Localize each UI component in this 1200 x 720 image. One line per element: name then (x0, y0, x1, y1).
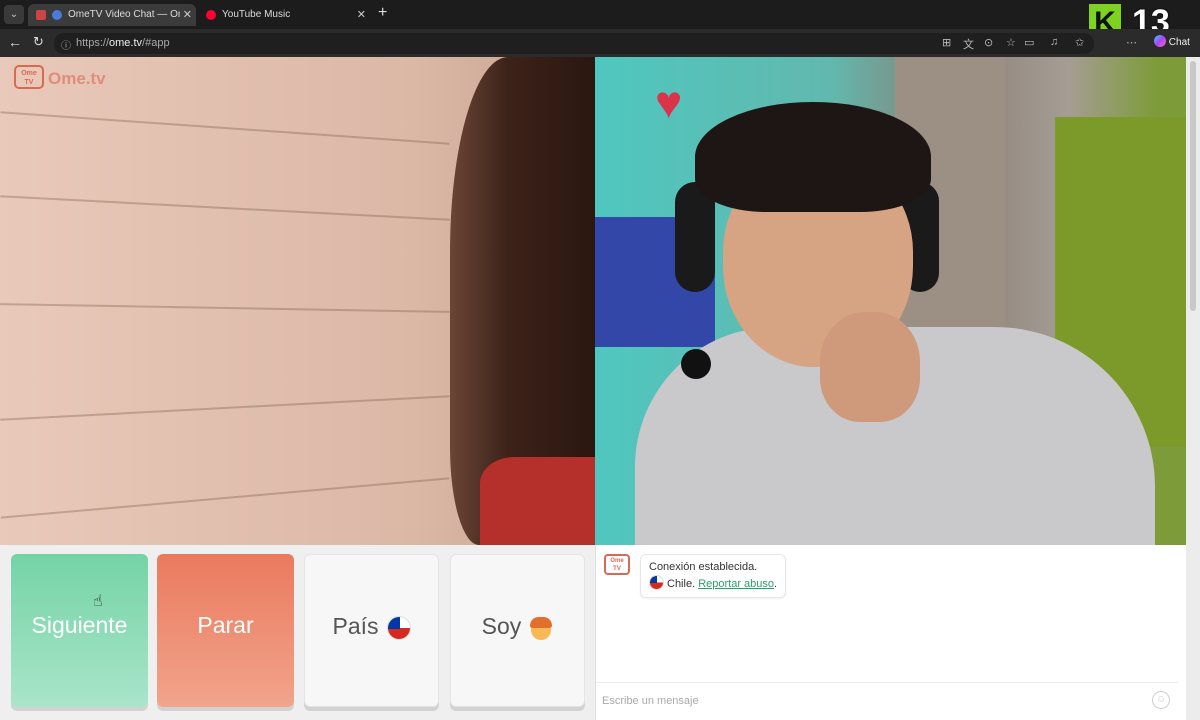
stranger-country-line: Chile. Reportar abuso. (649, 575, 777, 592)
collections-icon[interactable]: ✩ (1075, 36, 1084, 49)
message-input[interactable] (602, 691, 1142, 711)
reload-icon[interactable]: ↻ (33, 34, 44, 50)
close-tab-icon[interactable]: ✕ (357, 4, 366, 26)
boy-emoji-icon (529, 616, 553, 640)
logo-text: Ome.tv (48, 69, 106, 88)
translate-icon[interactable]: 文 (963, 36, 974, 52)
tab-title: YouTube Music (222, 9, 291, 20)
country-button[interactable]: País (304, 554, 439, 707)
close-tab-icon[interactable]: ✕ (183, 4, 192, 26)
favorite-star-icon[interactable]: ☆ (1006, 36, 1016, 49)
next-button-label: Siguiente (31, 612, 128, 638)
stop-button[interactable]: Parar (157, 554, 294, 707)
youtube-music-icon (206, 10, 216, 20)
remote-video: ♥ (595, 57, 1186, 545)
chevron-down-icon: ⌄ (9, 9, 19, 20)
local-video: Ome TV Ome.tv (0, 57, 595, 545)
arrow-left-icon[interactable]: ← (8, 34, 22, 50)
new-tab-button[interactable]: + (378, 4, 387, 22)
page-viewport: Ome TV Ome.tv ♥ Siguiente ☝ Parar País Soy (0, 57, 1200, 720)
smiley-icon[interactable]: ☺ (1152, 691, 1170, 709)
message-composer: ☺ (596, 682, 1178, 720)
person-shirt (480, 457, 595, 545)
chat-panel: Ome TV Conexión establecida. Chile. Repor… (595, 545, 1186, 720)
chile-flag-icon (649, 575, 664, 590)
chile-flag-icon (386, 615, 411, 640)
ometv-chat-avatar-icon: Ome TV (604, 554, 630, 575)
report-suffix: . (774, 578, 778, 590)
report-abuse-link[interactable]: Reportar abuso (698, 578, 774, 590)
control-panel: Siguiente ☝ Parar País Soy (0, 545, 595, 720)
graffiti-heart: ♥ (655, 76, 683, 128)
tab-ometv[interactable]: OmeTV Video Chat — Omegle ✕ (28, 4, 196, 26)
site-favicon-icon (52, 10, 62, 20)
ometv-logo[interactable]: Ome TV Ome.tv (14, 65, 106, 89)
url-text: https://ome.tv/#app (76, 37, 170, 49)
media-icon[interactable]: ♫ (1050, 36, 1058, 48)
page-scrollbar[interactable] (1186, 57, 1200, 720)
gender-button-label: Soy (481, 613, 522, 639)
site-info-icon[interactable]: ⓘ (61, 37, 71, 52)
address-toolbar: ← ↻ ⓘ https://ome.tv/#app ⊞ 文 ⊙ ☆ ▭ ♫ ✩ … (0, 29, 1200, 57)
tv-logo-icon: Ome TV (14, 65, 44, 89)
camera-icon[interactable]: ▭ (1024, 36, 1034, 49)
country-name: Chile. (667, 578, 696, 590)
mail-icon (36, 10, 46, 20)
stranger-hand (820, 312, 920, 422)
apps-icon[interactable]: ⊞ (942, 36, 951, 49)
country-button-label: País (332, 613, 379, 639)
url-field[interactable]: ⓘ https://ome.tv/#app (54, 33, 1094, 54)
more-options-icon[interactable]: ⊙ (984, 36, 993, 49)
tab-youtube-music[interactable]: YouTube Music ✕ (200, 4, 370, 26)
gender-button[interactable]: Soy (450, 554, 585, 707)
menu-dots-icon[interactable]: ⋯ (1126, 36, 1137, 49)
copilot-icon (1154, 35, 1166, 47)
next-button[interactable]: Siguiente ☝ (11, 554, 148, 707)
scrollbar-thumb[interactable] (1190, 61, 1196, 311)
stop-button-label: Parar (197, 612, 254, 638)
stranger-hair (695, 102, 931, 212)
system-message: Conexión establecida. Chile. Reportar ab… (640, 554, 787, 598)
copilot-chat-button[interactable]: Chat (1154, 35, 1190, 48)
mouse-cursor-icon: ☝ (93, 593, 103, 610)
tab-title: OmeTV Video Chat — Omegle (68, 9, 180, 20)
headset-mic (681, 349, 711, 379)
connection-status-text: Conexión establecida. (649, 561, 758, 573)
browser-tab-bar: ⌄ OmeTV Video Chat — Omegle ✕ YouTube Mu… (0, 0, 1200, 42)
tab-list-button[interactable]: ⌄ (4, 5, 24, 24)
